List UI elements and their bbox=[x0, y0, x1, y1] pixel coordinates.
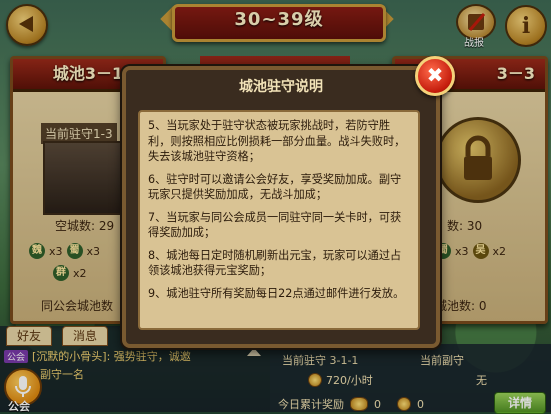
modal-title: 城池驻守说明 bbox=[239, 79, 323, 95]
close-icon: ✖ bbox=[426, 63, 444, 87]
modal-body[interactable]: 5、当玩家处于驻守状态被玩家挑战时，若防守胜利，则按照相应比例损耗一部分血量。战… bbox=[138, 110, 420, 330]
rule-paragraph-5: 5、当玩家处于驻守状态被玩家挑战时，若防守胜利，则按照相应比例损耗一部分血量。战… bbox=[148, 119, 406, 163]
rule-paragraph-8: 8、城池每日定时随机刷新出元宝，玩家可以通过占领该城池获得元宝奖励； bbox=[148, 248, 402, 278]
defense-rules-modal: 城池驻守说明 5、当玩家处于驻守状态被玩家挑战时，若防守胜利，则按照相应比例损耗… bbox=[122, 66, 440, 348]
rule-paragraph-6: 6、驻守时可以邀请公会好友，享受奖励加成。副守玩家只提供奖励加成，无战斗加成； bbox=[148, 172, 402, 202]
rule-paragraph-7: 7、当玩家与同公会成员一同驻守同一关卡时，可获得奖励加成； bbox=[148, 210, 402, 240]
rule-paragraph-9: 9、城池驻守所有奖励每日22点通过邮件进行发放。 bbox=[148, 286, 405, 300]
close-modal-button[interactable]: ✖ bbox=[415, 56, 455, 96]
